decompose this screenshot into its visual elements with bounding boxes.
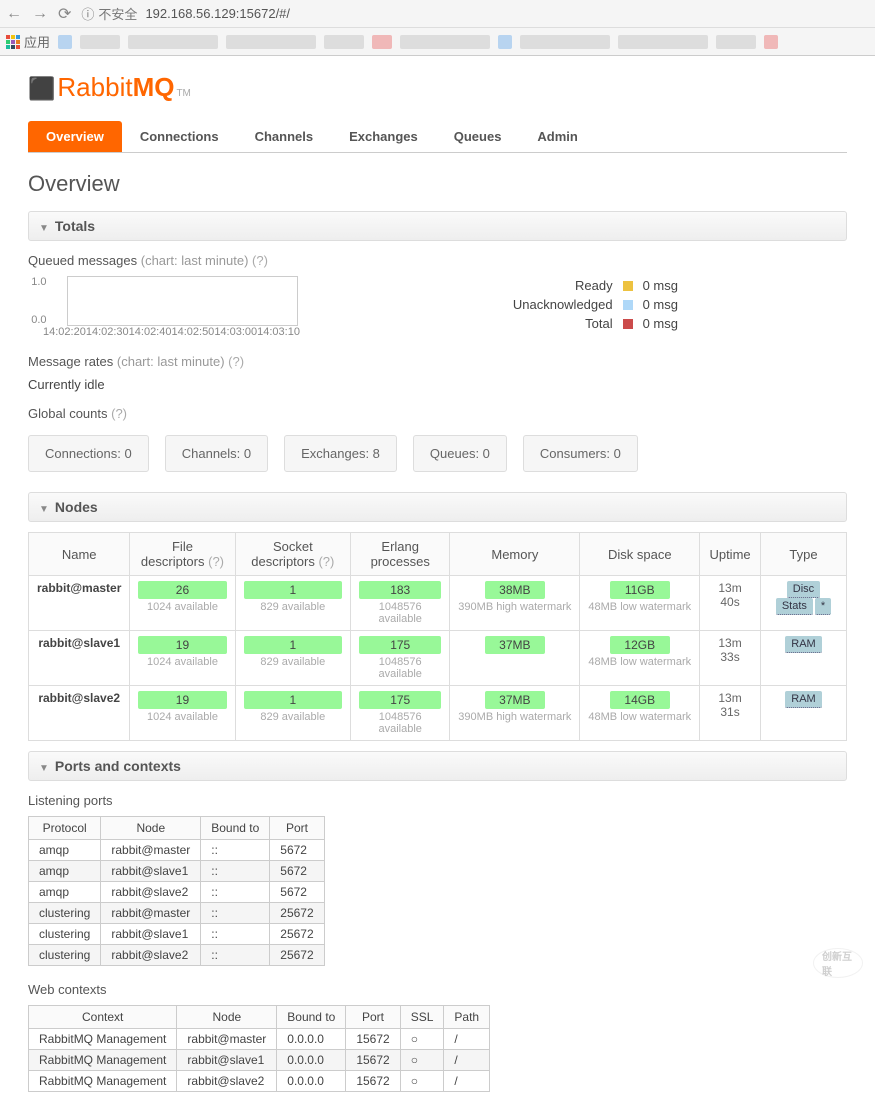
column-header: File descriptors (?) <box>130 533 235 576</box>
page-title: Overview <box>28 171 847 197</box>
chevron-down-icon: ▼ <box>39 504 49 515</box>
count-consumers[interactable]: Consumers: 0 <box>523 435 638 472</box>
address-bar[interactable]: 不安全 192.168.56.129:15672/#/ <box>81 4 290 23</box>
count-connections[interactable]: Connections: 0 <box>28 435 149 472</box>
column-header: Memory <box>450 533 580 576</box>
bookmark-item[interactable] <box>372 35 392 49</box>
url: 192.168.56.129:15672/#/ <box>145 6 290 21</box>
forward-icon[interactable]: → <box>32 5 48 23</box>
bookmark-item[interactable] <box>764 35 778 49</box>
section-ports[interactable]: ▼Ports and contexts <box>28 751 847 781</box>
node-type-tag: RAM <box>785 636 821 653</box>
bookmark-item[interactable] <box>324 35 364 49</box>
table-row: RabbitMQ Managementrabbit@master0.0.0.01… <box>29 1029 490 1050</box>
bookmark-item[interactable] <box>498 35 512 49</box>
table-row: clusteringrabbit@master::25672 <box>29 903 325 924</box>
logo: ⬛ RabbitMQ TM <box>28 72 847 103</box>
rabbitmq-icon: ⬛ <box>28 76 55 102</box>
node-type-tag: * <box>815 598 831 615</box>
tab-exchanges[interactable]: Exchanges <box>331 121 436 152</box>
legend-color-icon <box>623 319 633 329</box>
legend-color-icon <box>623 281 633 291</box>
table-row[interactable]: rabbit@master 261024 available 1829 avai… <box>29 576 847 631</box>
tab-overview[interactable]: Overview <box>28 121 122 152</box>
global-counts-title: Global counts (?) <box>28 406 847 421</box>
bookmark-item[interactable] <box>400 35 490 49</box>
legend-color-icon <box>623 300 633 310</box>
insecure-label: 不安全 <box>81 4 137 23</box>
table-row: clusteringrabbit@slave2::25672 <box>29 945 325 966</box>
bookmark-item[interactable] <box>80 35 120 49</box>
table-row[interactable]: rabbit@slave1 191024 available 1829 avai… <box>29 631 847 686</box>
count-channels[interactable]: Channels: 0 <box>165 435 268 472</box>
tab-channels[interactable]: Channels <box>237 121 332 152</box>
table-row: amqprabbit@slave2::5672 <box>29 882 325 903</box>
column-header: Uptime <box>700 533 761 576</box>
table-row: clusteringrabbit@slave1::25672 <box>29 924 325 945</box>
column-header: Type <box>760 533 846 576</box>
column-header: Name <box>29 533 130 576</box>
tab-admin[interactable]: Admin <box>519 121 595 152</box>
table-row: RabbitMQ Managementrabbit@slave10.0.0.01… <box>29 1050 490 1071</box>
table-row: amqprabbit@master::5672 <box>29 840 325 861</box>
ports-table: ProtocolNodeBound toPort amqprabbit@mast… <box>28 816 325 966</box>
bookmark-item[interactable] <box>58 35 72 49</box>
web-contexts-table: ContextNodeBound toPortSSLPath RabbitMQ … <box>28 1005 490 1092</box>
nav-tabs: OverviewConnectionsChannelsExchangesQueu… <box>28 121 847 153</box>
browser-toolbar: ← → ⟳ 不安全 192.168.56.129:15672/#/ <box>0 0 875 28</box>
reload-icon[interactable]: ⟳ <box>58 4 71 24</box>
chevron-down-icon: ▼ <box>39 763 49 774</box>
table-row: RabbitMQ Managementrabbit@slave20.0.0.01… <box>29 1071 490 1092</box>
column-header: Erlang processes <box>351 533 450 576</box>
column-header: Socket descriptors (?) <box>235 533 351 576</box>
message-rates-idle: Currently idle <box>28 377 847 392</box>
bookmark-item[interactable] <box>226 35 316 49</box>
chevron-down-icon: ▼ <box>39 223 49 234</box>
section-totals[interactable]: ▼Totals <box>28 211 847 241</box>
global-counts: Connections: 0 Channels: 0 Exchanges: 8 Que… <box>28 435 847 472</box>
column-header: Disk space <box>580 533 700 576</box>
node-type-tag: Stats <box>776 598 813 615</box>
bookmark-item[interactable] <box>128 35 218 49</box>
message-rates-title: Message rates (chart: last minute) (?) <box>28 354 847 369</box>
bookmark-item[interactable] <box>618 35 708 49</box>
bookmarks-bar: 应用 <box>0 28 875 56</box>
nodes-table: NameFile descriptors (?)Socket descripto… <box>28 532 847 741</box>
back-icon[interactable]: ← <box>6 5 22 23</box>
tab-queues[interactable]: Queues <box>436 121 520 152</box>
table-row[interactable]: rabbit@slave2 191024 available 1829 avai… <box>29 686 847 741</box>
listening-ports-title: Listening ports <box>28 793 847 808</box>
node-type-tag: RAM <box>785 691 821 708</box>
queued-messages-title: Queued messages (chart: last minute) (?) <box>28 253 847 268</box>
tab-connections[interactable]: Connections <box>122 121 237 152</box>
chart-legend: Ready0 msgUnacknowledged0 msgTotal0 msg <box>378 276 678 338</box>
apps-icon[interactable]: 应用 <box>6 32 50 51</box>
bookmark-item[interactable] <box>716 35 756 49</box>
count-exchanges[interactable]: Exchanges: 8 <box>284 435 397 472</box>
count-queues[interactable]: Queues: 0 <box>413 435 507 472</box>
bookmark-item[interactable] <box>520 35 610 49</box>
queued-messages-chart: 1.0 0.0 14:02:2014:02:3014:02:4014:02:50… <box>28 276 298 338</box>
watermark: 创新互联 <box>813 948 863 978</box>
node-type-tag: Disc <box>787 581 820 598</box>
table-row: amqprabbit@slave1::5672 <box>29 861 325 882</box>
section-nodes[interactable]: ▼Nodes <box>28 492 847 522</box>
